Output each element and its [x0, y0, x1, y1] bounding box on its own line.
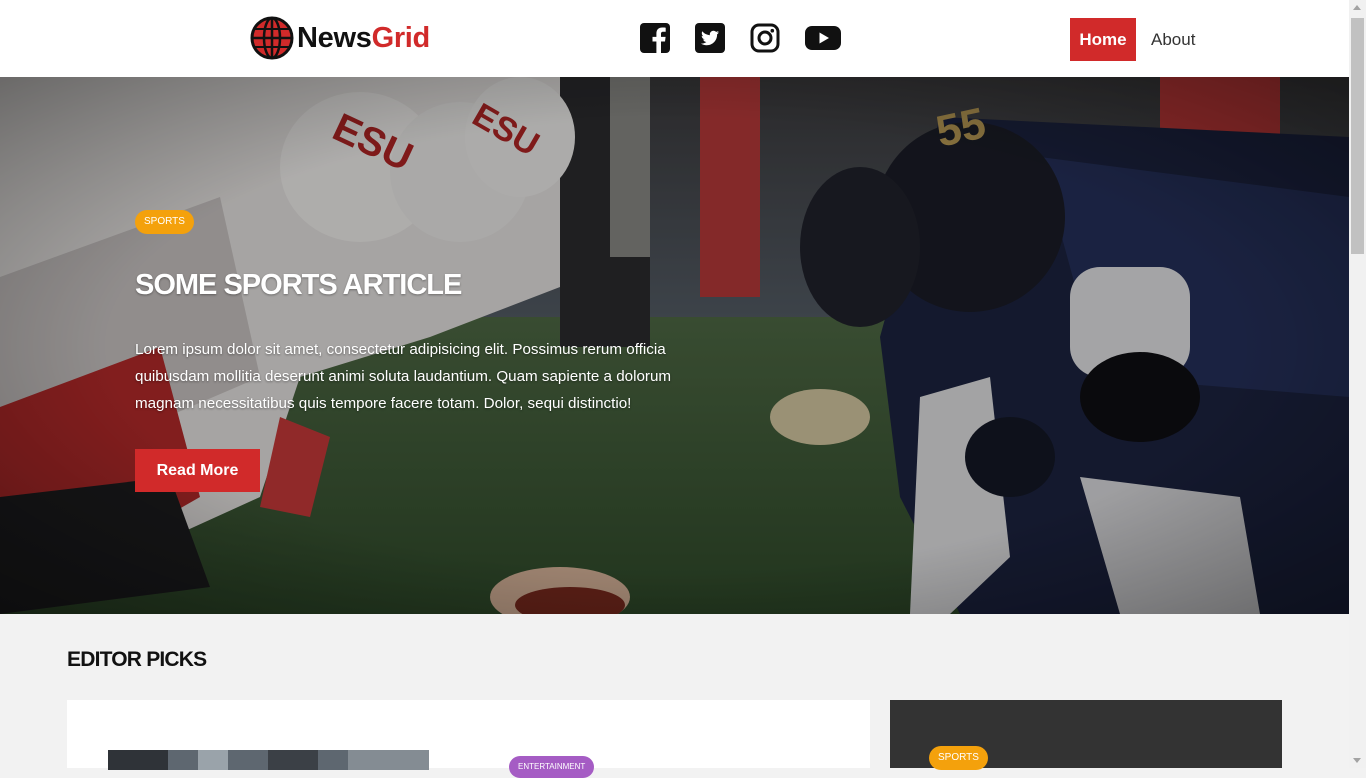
logo[interactable]: NewsGrid — [250, 16, 430, 60]
scrollbar-thumb[interactable] — [1351, 18, 1364, 254]
entertainment-category-badge[interactable]: ENTERTAINMENT — [509, 756, 595, 778]
social-links — [640, 23, 841, 53]
editor-picks-title: EDITOR PICKS — [67, 648, 207, 671]
facebook-icon[interactable] — [640, 23, 670, 53]
sports-category-badge[interactable]: SPORTS — [929, 746, 988, 770]
page-scrollbar[interactable] — [1349, 0, 1366, 768]
article-thumbnail-image[interactable] — [108, 750, 429, 770]
hero-title: SOME SPORTS ARTICLE — [135, 269, 462, 301]
logo-text-grid: Grid — [371, 21, 431, 54]
editor-pick-card[interactable]: ENTERTAINMENT — [67, 700, 870, 778]
site-header: NewsGrid Home About — [0, 0, 1349, 77]
youtube-icon[interactable] — [805, 23, 841, 53]
scroll-down-arrow-icon[interactable] — [1353, 758, 1361, 763]
read-more-button[interactable]: Read More — [135, 449, 260, 492]
nav-home-link[interactable]: Home — [1070, 18, 1136, 61]
scroll-up-arrow-icon[interactable] — [1353, 5, 1361, 10]
instagram-icon[interactable] — [750, 23, 780, 53]
logo-text-news: News — [297, 21, 372, 54]
hero-excerpt: Lorem ipsum dolor sit amet, consectetur … — [135, 341, 672, 412]
globe-icon — [250, 16, 294, 60]
editor-pick-card-dark[interactable]: SPORTS — [890, 700, 1282, 770]
nav-about-link[interactable]: About — [1151, 30, 1195, 50]
twitter-icon[interactable] — [695, 23, 725, 53]
main-nav: Home About — [1070, 18, 1195, 61]
logo-text: NewsGrid — [297, 22, 430, 55]
hero-section: ESU ESU 55 SPORTS SOME SPORTS ARTICLE Lo… — [0, 77, 1349, 614]
hero-category-badge[interactable]: SPORTS — [135, 210, 194, 234]
